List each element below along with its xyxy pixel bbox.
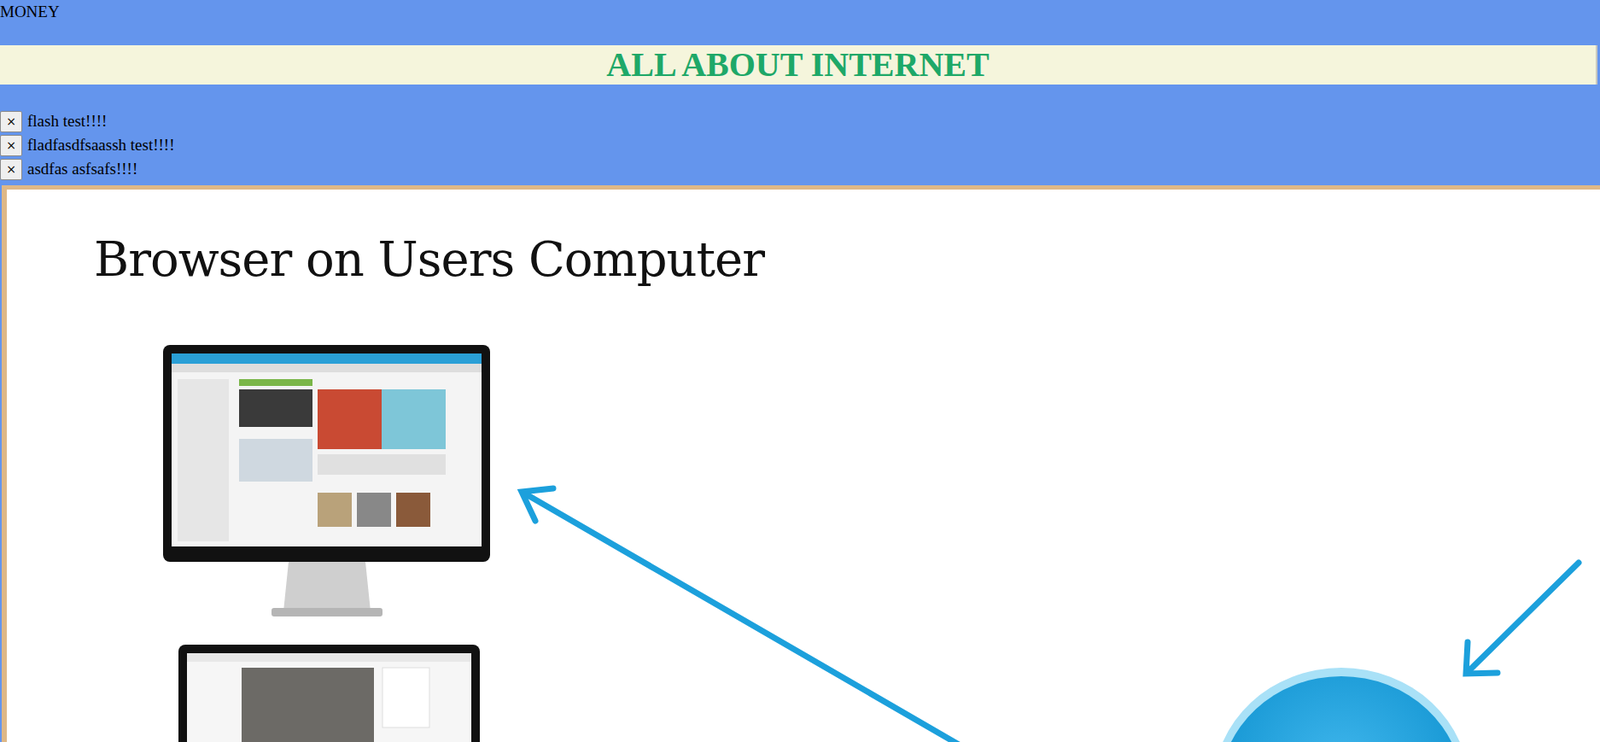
arrow-icon [1465,562,1579,674]
diagram-title: Browser on Users Computer [93,230,765,289]
banner-title: ALL ABOUT INTERNET [606,45,989,85]
top-label: MONEY [0,2,60,21]
diagram-image: Browser on Users Computer [1,185,1600,742]
top-bar: MONEY [0,0,1600,46]
flash-message: ×fladfasdfsaassh test!!!! [0,133,1600,158]
arrow-icon [521,488,959,742]
close-button[interactable]: × [0,158,23,181]
close-button[interactable]: × [0,110,23,133]
flash-message: ×asdfas asfsafs!!!! [0,157,1600,182]
flash-list: ×flash test!!!!×fladfasdfsaassh test!!!!… [0,84,1600,186]
flash-text: fladfasdfsaassh test!!!! [27,134,176,156]
monitor-icon [163,344,491,617]
cloud-icon [1116,667,1470,742]
monitor-icon [178,644,480,742]
banner: ALL ABOUT INTERNET [0,45,1598,85]
flash-text: asdfas asfsafs!!!! [27,158,138,180]
close-button[interactable]: × [0,134,23,157]
flash-text: flash test!!!! [27,110,107,132]
flash-message: ×flash test!!!! [0,109,1600,134]
